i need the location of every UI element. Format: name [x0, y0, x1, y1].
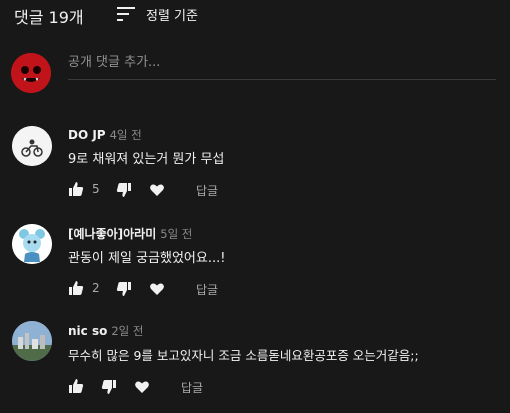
motorcycle-icon [12, 126, 52, 166]
user-avatar[interactable] [11, 53, 51, 93]
city-photo-icon [12, 321, 52, 361]
comment-author[interactable]: DO JP 4일 전 [68, 127, 142, 143]
meat-boy-face-icon [11, 53, 51, 93]
comment-avatar[interactable] [12, 126, 52, 166]
add-comment-input[interactable]: 공개 댓글 추가... [68, 55, 496, 80]
comment-item: DO JP 4일 전 9로 채워져 있는거 뭔가 무섭 5 답글 [0, 120, 510, 210]
character-avatar-icon [12, 224, 52, 264]
sort-label: 정렬 기준 [146, 9, 198, 24]
author-name: DO JP [68, 128, 106, 142]
reply-button[interactable]: 답글 [196, 182, 218, 199]
comment-avatar[interactable] [12, 224, 52, 264]
like-icon[interactable] [68, 378, 84, 394]
sort-button[interactable]: 정렬 기준 [112, 0, 212, 26]
heart-icon[interactable] [149, 182, 165, 198]
like-count: 5 [92, 182, 100, 196]
comment-time[interactable]: 5일 전 [160, 227, 192, 241]
sort-icon [117, 7, 135, 21]
like-icon[interactable] [68, 181, 84, 197]
comment-author[interactable]: [예나좋아]아라미 5일 전 [68, 225, 192, 242]
comment-time[interactable]: 4일 전 [110, 128, 142, 142]
dislike-icon[interactable] [116, 182, 132, 198]
comment-text: 관동이 제일 궁금했었어요...! [68, 251, 226, 266]
comment-text: 9로 채워져 있는거 뭔가 무섭 [68, 152, 225, 167]
comment-item: nic so 2일 전 무수히 많은 9를 보고있자니 조금 소름돋네요환공포증 … [0, 315, 510, 413]
add-comment-placeholder: 공개 댓글 추가... [68, 55, 161, 70]
reply-button[interactable]: 답글 [196, 281, 218, 298]
comment-time[interactable]: 2일 전 [111, 324, 143, 338]
comment-text: 무수히 많은 9를 보고있자니 조금 소름돋네요환공포증 오는거같음;; [68, 348, 419, 363]
reply-button[interactable]: 답글 [181, 379, 203, 396]
like-count: 2 [92, 281, 100, 295]
heart-icon[interactable] [149, 281, 165, 297]
comment-count: 댓글 19개 [14, 8, 84, 27]
dislike-icon[interactable] [101, 379, 117, 395]
comment-author[interactable]: nic so 2일 전 [68, 323, 143, 339]
heart-icon[interactable] [134, 379, 150, 395]
dislike-icon[interactable] [116, 281, 132, 297]
author-name: nic so [68, 324, 108, 338]
comment-item: [예나좋아]아라미 5일 전 관동이 제일 궁금했었어요...! 2 답글 [0, 218, 510, 308]
like-icon[interactable] [68, 280, 84, 296]
comment-avatar[interactable] [12, 321, 52, 361]
author-name: [예나좋아]아라미 [68, 227, 157, 241]
